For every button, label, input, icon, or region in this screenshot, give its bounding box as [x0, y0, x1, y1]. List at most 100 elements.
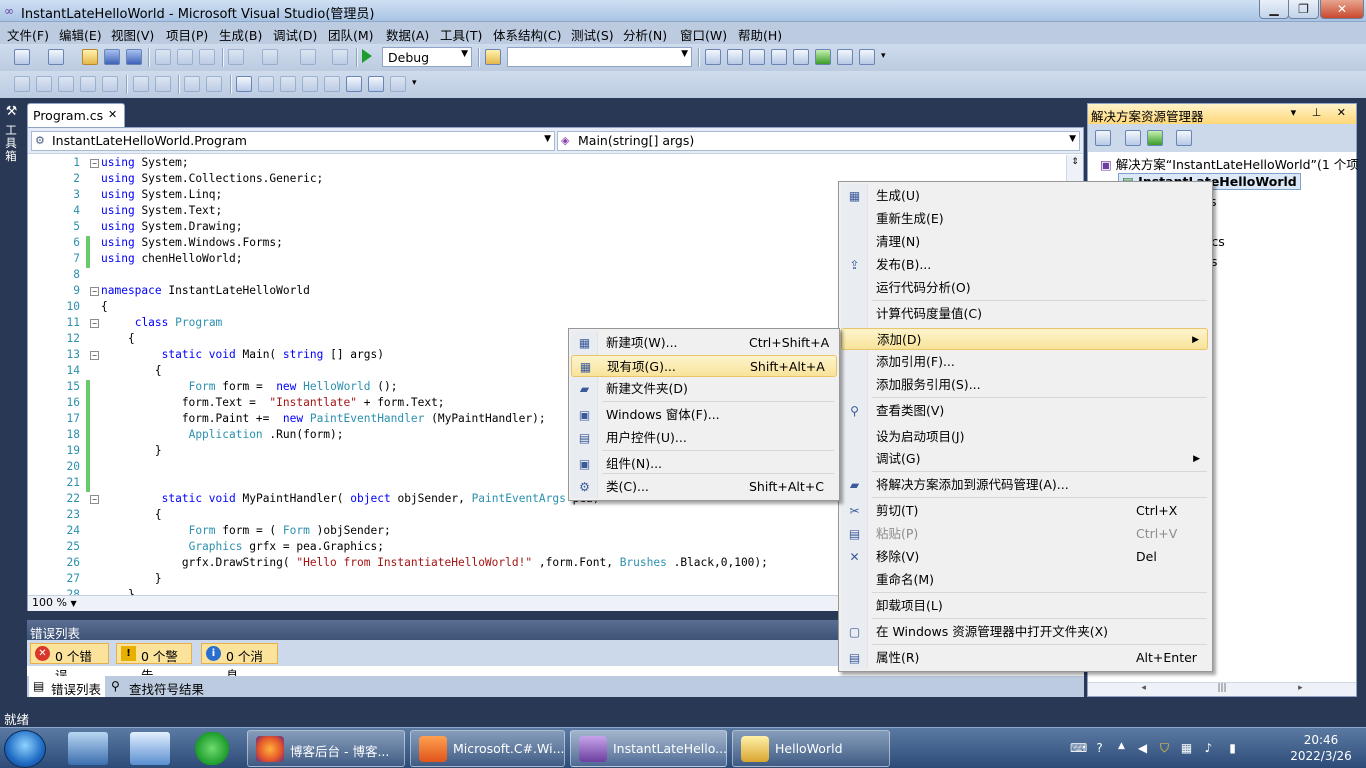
warnings-filter-button[interactable]: !0 个警告 [116, 643, 192, 683]
word-completion-icon[interactable] [80, 76, 96, 92]
toolbar-options-icon[interactable]: ▾ [412, 78, 417, 88]
monitor-icon[interactable] [130, 732, 170, 765]
help-icon[interactable]: ? [1092, 741, 1107, 756]
parameter-info-icon[interactable] [36, 76, 52, 92]
open-file-icon[interactable] [82, 49, 98, 65]
horizontal-scrollbar[interactable]: ◂ ||| ▸ [1088, 682, 1356, 696]
bookmark-icon[interactable] [236, 76, 252, 92]
save-all-icon[interactable] [126, 49, 142, 65]
properties-window-icon[interactable] [727, 49, 743, 65]
paste-icon[interactable] [199, 49, 215, 65]
previous-bookmark-in-folder-icon[interactable] [302, 76, 318, 92]
submenu-item[interactable]: ⚙ 类(C)... Shift+Alt+C [571, 476, 837, 498]
cut-icon[interactable] [155, 49, 171, 65]
menu-project[interactable]: 项目(P) [166, 25, 208, 44]
decrease-indent-icon[interactable] [133, 76, 149, 92]
taskbar-item-explorer[interactable]: HelloWorld [732, 730, 890, 767]
toolbox-strip[interactable] [0, 100, 24, 620]
maximize-button[interactable]: ❐ [1288, 0, 1319, 19]
previous-bookmark-icon[interactable] [258, 76, 274, 92]
context-menu-item[interactable]: 重命名(M) [841, 569, 1208, 591]
toggle-bookmark-icon[interactable] [102, 76, 118, 92]
properties-icon[interactable] [1095, 130, 1111, 146]
wechat-icon[interactable] [192, 732, 232, 765]
submenu-item[interactable]: ▣ Windows 窗体(F)... [571, 404, 837, 426]
increase-indent-icon[interactable] [155, 76, 171, 92]
new-project-icon[interactable] [14, 49, 30, 65]
save-icon[interactable] [104, 49, 120, 65]
start-debugging-icon[interactable] [362, 49, 372, 63]
tools-icon[interactable] [793, 49, 809, 65]
menu-tools[interactable]: 工具(T) [440, 25, 482, 44]
taskbar-item-pdf[interactable]: Microsoft.C#.Wi... [410, 730, 565, 767]
context-menu-item[interactable]: 清理(N) [841, 231, 1208, 253]
keyboard-icon[interactable]: ⌨ [1070, 741, 1087, 756]
toolbox-label[interactable]: 工具箱 [4, 124, 18, 163]
tab-program-cs[interactable]: Program.cs ✕ [27, 103, 125, 127]
members-combo[interactable]: ◈ Main(string[] args) ▼ [557, 131, 1080, 151]
context-menu-item[interactable]: ▰ 将解决方案添加到源代码管理(A)... [841, 474, 1208, 496]
context-menu-item[interactable]: ✕ 移除(V) Del [841, 546, 1208, 568]
toolbox-wrench-icon[interactable]: ⚒ [3, 104, 20, 121]
panel-pin-close-icons[interactable]: ▾ ⊥ ✕ [1291, 106, 1352, 119]
context-menu-item[interactable]: ▤ 属性(R) Alt+Enter [841, 647, 1208, 669]
context-menu-item[interactable]: 添加服务引用(S)... [841, 374, 1208, 396]
context-menu-item[interactable]: ⇪ 发布(B)... [841, 254, 1208, 276]
navigate-forward-icon[interactable] [332, 49, 348, 65]
submenu-item[interactable]: ▦ 新建项(W)... Ctrl+Shift+A [571, 332, 837, 354]
menu-view[interactable]: 视图(V) [111, 25, 154, 44]
submenu-item[interactable]: ▦ 现有项(G)... Shift+Alt+A [571, 355, 837, 377]
solution-configuration-combo[interactable]: Debug ▼ [382, 47, 472, 67]
start-page-icon[interactable] [815, 49, 831, 65]
copy-icon[interactable] [177, 49, 193, 65]
solution-node[interactable]: ▣ 解决方案“InstantLateHelloWorld”(1 个项 [1100, 154, 1359, 173]
solution-explorer-icon[interactable] [705, 49, 721, 65]
add-item-icon[interactable] [48, 49, 64, 65]
taskbar-item-visual-studio[interactable]: InstantLateHello... [570, 730, 727, 767]
comment-out-icon[interactable] [184, 76, 200, 92]
submenu-item[interactable]: ▣ 组件(N)... [571, 453, 837, 475]
refresh-icon[interactable] [1147, 130, 1163, 146]
submenu-item[interactable]: ▤ 用户控件(U)... [571, 427, 837, 449]
tab-close-icon[interactable]: ✕ [108, 108, 117, 121]
menu-edit[interactable]: 编辑(E) [59, 25, 102, 44]
fold-toggle-icon[interactable]: − [90, 495, 99, 504]
menu-data[interactable]: 数据(A) [386, 25, 429, 44]
tab-error-list[interactable]: ▤ 错误列表 [29, 676, 105, 697]
quick-info-icon[interactable] [58, 76, 74, 92]
next-bookmark-icon[interactable] [280, 76, 296, 92]
menu-build[interactable]: 生成(B) [219, 25, 262, 44]
volume-mute-icon[interactable]: ◀ [1135, 741, 1150, 756]
context-menu-item[interactable]: ⚲ 查看类图(V) [841, 400, 1208, 422]
taskbar-item-firefox[interactable]: 博客后台 - 博客... [247, 730, 405, 767]
messages-filter-button[interactable]: i0 个消息 [201, 643, 278, 683]
context-menu-item[interactable]: 添加(D) ▶ [841, 328, 1208, 350]
context-menu-item[interactable]: 卸载项目(L) [841, 595, 1208, 617]
clipboard-icon[interactable]: ▦ [1179, 741, 1194, 756]
code-line[interactable]: 1 − using System; [28, 156, 1066, 172]
uncomment-icon[interactable] [206, 76, 222, 92]
clear-bookmarks-icon[interactable] [390, 76, 406, 92]
context-menu-item[interactable]: 运行代码分析(O) [841, 277, 1208, 299]
start-button[interactable] [4, 730, 46, 768]
context-menu-item[interactable]: 设为启动项目(J) [841, 426, 1208, 448]
show-all-files-icon[interactable] [1125, 130, 1141, 146]
previous-bookmark-in-document-icon[interactable] [346, 76, 362, 92]
toolbar-options-icon[interactable]: ▾ [881, 51, 886, 61]
context-menu-item[interactable]: ▢ 在 Windows 资源管理器中打开文件夹(X) [841, 621, 1208, 643]
types-combo[interactable]: ⚙ InstantLateHelloWorld.Program ▼ [31, 131, 555, 151]
fold-toggle-icon[interactable]: − [90, 159, 99, 168]
menu-test[interactable]: 测试(S) [571, 25, 614, 44]
menu-team[interactable]: 团队(M) [328, 25, 374, 44]
redo-icon[interactable] [262, 49, 278, 65]
fold-toggle-icon[interactable]: − [90, 351, 99, 360]
menu-window[interactable]: 窗口(W) [680, 25, 727, 44]
extension-manager-icon[interactable] [837, 49, 853, 65]
context-menu-item[interactable]: ✂ 剪切(T) Ctrl+X [841, 500, 1208, 522]
submenu-item[interactable]: ▰ 新建文件夹(D) [571, 378, 837, 400]
object-browser-icon[interactable] [749, 49, 765, 65]
security-icon[interactable]: ⛉ [1157, 741, 1172, 756]
next-bookmark-in-folder-icon[interactable] [324, 76, 340, 92]
undo-icon[interactable] [228, 49, 244, 65]
menu-help[interactable]: 帮助(H) [738, 25, 782, 44]
